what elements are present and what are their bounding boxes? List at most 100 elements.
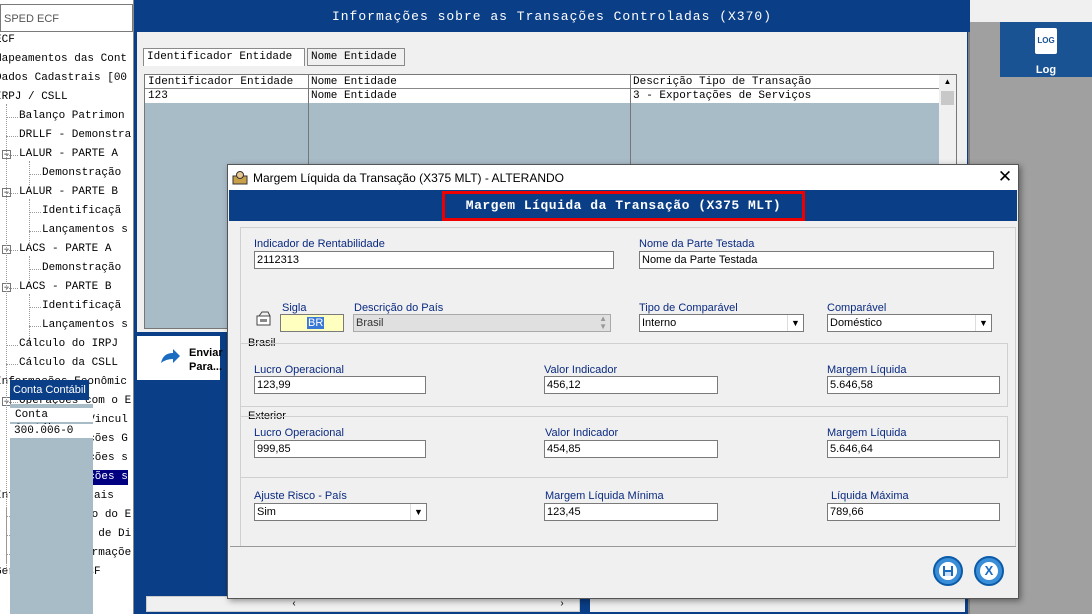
tree-node[interactable]: LACS - PARTE A <box>19 242 111 257</box>
log-button[interactable]: LOG Log <box>1000 22 1092 77</box>
tree-node[interactable]: Mapeamentos das Cont <box>0 52 127 67</box>
column-header-identificador[interactable]: Identificador Entidade <box>145 75 308 89</box>
brasil-lucro-input[interactable]: 123,99 <box>254 376 426 394</box>
dialog-banner: Margem Líquida da Transação (X375 MLT) <box>229 190 1017 221</box>
nome-parte-input[interactable]: Nome da Parte Testada <box>639 251 994 269</box>
chevron-down-icon[interactable]: ▼ <box>410 504 426 520</box>
spin-arrows-icon: ▲ ▼ <box>599 314 607 331</box>
brasil-lucro-label: Lucro Operacional <box>254 364 344 376</box>
brasil-margem-input[interactable]: 5.646,58 <box>827 376 1000 394</box>
tree-connector <box>29 256 30 286</box>
tree-connector <box>29 294 30 344</box>
minima-label: Margem Líquida Mínima <box>545 490 664 502</box>
ajuste-select[interactable]: Sim ▼ <box>254 503 427 521</box>
dialog-title: Margem Líquida da Transação (X375 MLT) -… <box>253 171 565 185</box>
tree-connector <box>6 104 7 574</box>
ajuste-value: Sim <box>257 506 276 518</box>
lookup-icon[interactable] <box>256 311 272 327</box>
send-to-button[interactable]: Enviar Para... <box>137 336 223 380</box>
comparavel-value: Doméstico <box>830 317 882 329</box>
maxima-label: Líquida Máxima <box>831 490 909 502</box>
sigla-label: Sigla <box>282 302 307 314</box>
column-header-nome[interactable]: Nome Entidade <box>308 75 630 89</box>
exterior-valor-label: Valor Indicador <box>545 427 619 439</box>
toolbar-top-strip <box>970 0 1092 22</box>
tree-node[interactable]: Cálculo da CSLL <box>19 356 118 371</box>
chevron-down-icon[interactable]: ▼ <box>787 315 803 331</box>
tree-node[interactable]: Identificaçã <box>42 299 121 314</box>
tree-node[interactable]: LACS - PARTE B <box>19 280 111 295</box>
tree-connector <box>29 307 41 308</box>
tipo-comparavel-label: Tipo de Comparável <box>639 302 738 314</box>
descricao-pais-label: Descrição do País <box>354 302 444 314</box>
tree-node[interactable]: Demonstração <box>42 261 121 276</box>
log-label: Log <box>1035 64 1057 76</box>
tree-node[interactable]: IRPJ / CSLL <box>0 90 68 105</box>
exterior-margem-input[interactable]: 5.646,64 <box>827 440 1000 458</box>
table-row[interactable]: 300.006-0 <box>10 424 93 438</box>
exterior-lucro-input[interactable]: 999,85 <box>254 440 426 458</box>
tree-connector <box>6 402 18 403</box>
tree-node[interactable]: Balanço Patrimon <box>19 109 125 124</box>
tree-node[interactable]: DRLLF - Demonstra <box>19 128 131 143</box>
column-header-descricao[interactable]: Descrição Tipo de Transação <box>630 75 939 89</box>
tab-conta-contabil[interactable]: Conta Contábil <box>10 380 89 400</box>
scroll-up-icon[interactable]: ▲ <box>939 75 956 89</box>
close-icon[interactable]: ✕ <box>994 167 1016 187</box>
tree-connector <box>6 345 18 346</box>
minima-input[interactable]: 123,45 <box>544 503 718 521</box>
tipo-comparavel-select[interactable]: Interno ▼ <box>639 314 804 332</box>
floppy-icon <box>939 562 957 580</box>
tree-node[interactable]: LALUR - PARTE B <box>19 185 118 200</box>
tree-node[interactable]: Cálculo do IRPJ <box>19 337 118 352</box>
tab-nome-entidade[interactable]: Nome Entidade <box>307 48 405 66</box>
send-arrow-icon <box>161 349 180 363</box>
maxima-input[interactable]: 789,66 <box>827 503 1000 521</box>
tree-connector <box>6 288 18 289</box>
indicador-input[interactable]: 2112313 <box>254 251 614 269</box>
tree-node[interactable]: Lançamentos s <box>42 223 128 238</box>
tree-node[interactable]: ECF <box>0 33 15 48</box>
tree-node[interactable]: Lançamentos s <box>42 318 128 333</box>
brasil-valor-label: Valor Indicador <box>544 364 618 376</box>
tree-connector <box>29 174 41 175</box>
tipo-comparavel-value: Interno <box>642 317 677 329</box>
column-header-conta[interactable]: Conta Contáb <box>10 408 93 435</box>
close-button[interactable]: X <box>974 556 1004 586</box>
cell-descricao: 3 - Exportações de Serviços <box>633 90 812 102</box>
tree-node[interactable]: Dados Cadastrais [00 <box>0 71 127 86</box>
tree-node[interactable]: Identificaçã <box>42 204 121 219</box>
tree-connector <box>29 199 30 249</box>
scroll-left-icon[interactable]: ‹ <box>287 597 301 611</box>
tree-connector <box>6 250 18 251</box>
ajuste-label: Ajuste Risco - País <box>254 490 347 502</box>
window-title: Informações sobre as Transações Controla… <box>331 9 773 24</box>
chevron-down-icon[interactable]: ▼ <box>975 315 991 331</box>
tree-connector <box>29 161 30 191</box>
scroll-right-icon[interactable]: › <box>555 597 569 611</box>
exterior-valor-input[interactable]: 454,85 <box>544 440 718 458</box>
tab-identificador-entidade[interactable]: Identificador Entidade <box>143 48 305 66</box>
log-icon: LOG <box>1035 28 1057 54</box>
comparavel-select[interactable]: Doméstico ▼ <box>827 314 992 332</box>
sigla-input[interactable]: BR <box>280 314 344 332</box>
brasil-valor-input[interactable]: 456,12 <box>544 376 718 394</box>
descricao-pais-input: Brasil ▲ ▼ <box>353 314 611 332</box>
app-icon <box>232 171 248 185</box>
tree-search-box[interactable]: SPED ECF <box>0 4 133 32</box>
send-label-line2: Para... <box>189 361 223 373</box>
scroll-thumb[interactable] <box>941 91 954 105</box>
dialog-titlebar[interactable]: Margem Líquida da Transação (X375 MLT) -… <box>228 165 1018 190</box>
table-row[interactable]: 123 Nome Entidade 3 - Exportações de Ser… <box>145 89 939 103</box>
save-button[interactable] <box>933 556 963 586</box>
send-label-line1: Enviar <box>189 347 223 359</box>
banner-title: Margem Líquida da Transação (X375 MLT) <box>442 191 805 221</box>
exterior-lucro-label: Lucro Operacional <box>254 427 344 439</box>
sigla-value: BR <box>307 317 325 329</box>
tree-node[interactable]: LALUR - PARTE A <box>19 147 118 162</box>
cell-nome: Nome Entidade <box>311 90 397 102</box>
tree-connector <box>6 193 18 194</box>
tree-node[interactable]: Demonstração <box>42 166 121 181</box>
tree-connector <box>29 269 41 270</box>
comparavel-label: Comparável <box>827 302 887 314</box>
